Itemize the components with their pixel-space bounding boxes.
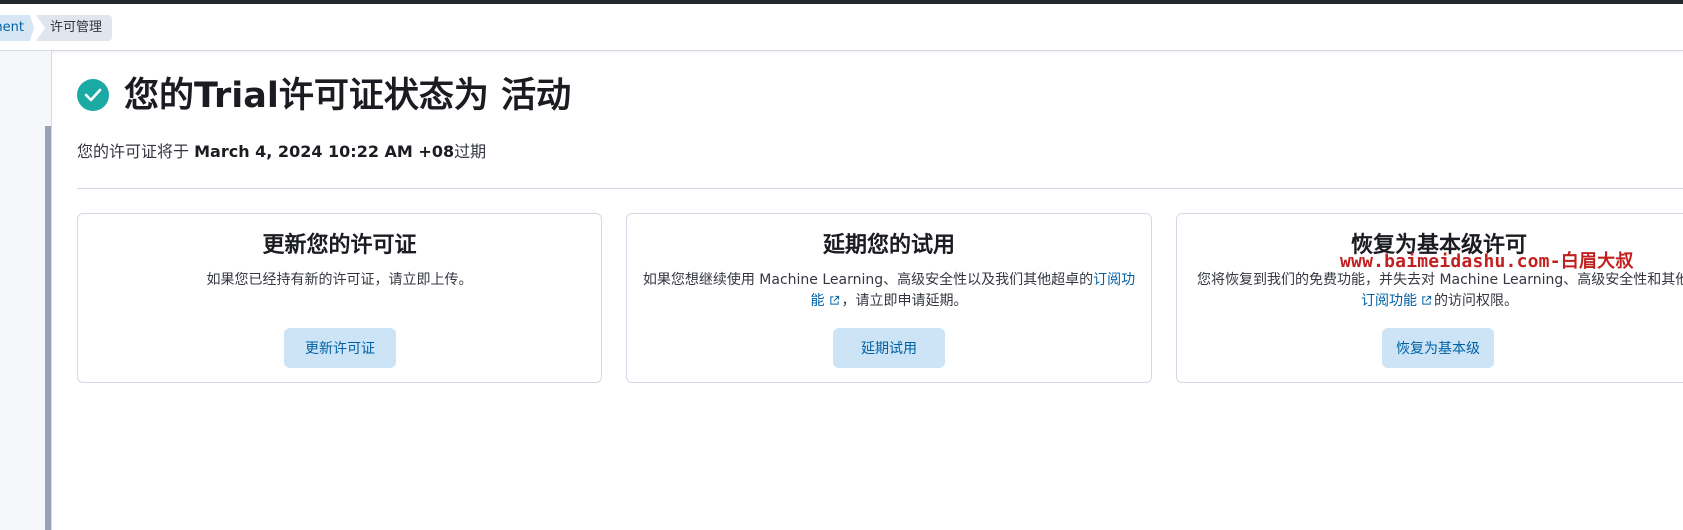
revert-subscription-link[interactable]: 订阅功能 bbox=[1361, 293, 1434, 309]
revert-link-text: 订阅功能 bbox=[1361, 293, 1417, 309]
update-license-button[interactable]: 更新许可证 bbox=[284, 328, 396, 368]
extend-desc-after: ，请立即申请延期。 bbox=[841, 293, 968, 309]
extend-trial-card: 延期您的试用 如果您想继续使用 Machine Learning、高级安全性以及… bbox=[626, 213, 1152, 383]
page-title: 您的Trial许可证状态为 活动 bbox=[124, 76, 572, 116]
breadcrumb-current: 许可管理 bbox=[36, 15, 112, 41]
update-card-title: 更新您的许可证 bbox=[262, 233, 417, 258]
header-bar: ment 许可管理 bbox=[0, 4, 1683, 51]
update-license-card: 更新您的许可证 如果您已经持有新的许可证，请立即上传。 更新许可证 bbox=[77, 213, 602, 383]
revert-basic-button[interactable]: 恢复为基本级 bbox=[1382, 328, 1494, 368]
extend-card-title: 延期您的试用 bbox=[822, 233, 955, 258]
expiry-date: March 4, 2024 10:22 AM +08 bbox=[194, 142, 455, 161]
extend-card-description: 如果您想继续使用 Machine Learning、高级安全性以及我们其他超卓的… bbox=[639, 270, 1139, 312]
extend-trial-button[interactable]: 延期试用 bbox=[833, 328, 945, 368]
expiry-suffix: 过期 bbox=[454, 142, 487, 161]
revert-basic-card: 恢复为基本级许可 您将恢复到我们的免费功能，并失去对 Machine Learn… bbox=[1176, 213, 1683, 383]
breadcrumb-parent[interactable]: ment bbox=[0, 15, 34, 41]
check-circle-icon bbox=[77, 79, 109, 111]
revert-desc-before: 您将恢复到我们的免费功能，并失去对 Machine Learning、高级安全性… bbox=[1197, 272, 1683, 288]
extend-desc-before: 如果您想继续使用 Machine Learning、高级安全性以及我们其他超卓的 bbox=[642, 272, 1094, 288]
divider bbox=[77, 188, 1683, 189]
revert-card-description: 您将恢复到我们的免费功能，并失去对 Machine Learning、高级安全性… bbox=[1197, 270, 1683, 312]
update-card-description: 如果您已经持有新的许可证，请立即上传。 bbox=[206, 272, 473, 288]
expiry-prefix: 您的许可证将于 bbox=[77, 142, 195, 161]
watermark-text: www.baimeidashu.com-白眉大叔 bbox=[1340, 251, 1634, 272]
external-link-icon bbox=[1422, 295, 1432, 305]
rail-divider bbox=[51, 51, 52, 530]
revert-desc-after: 的访问权限。 bbox=[1434, 293, 1518, 309]
side-nav-rail bbox=[0, 51, 51, 530]
external-link-icon bbox=[829, 295, 839, 305]
expiry-text: 您的许可证将于 March 4, 2024 10:22 AM +08过期 bbox=[77, 141, 486, 163]
breadcrumb-parent-label: ment bbox=[0, 20, 24, 35]
